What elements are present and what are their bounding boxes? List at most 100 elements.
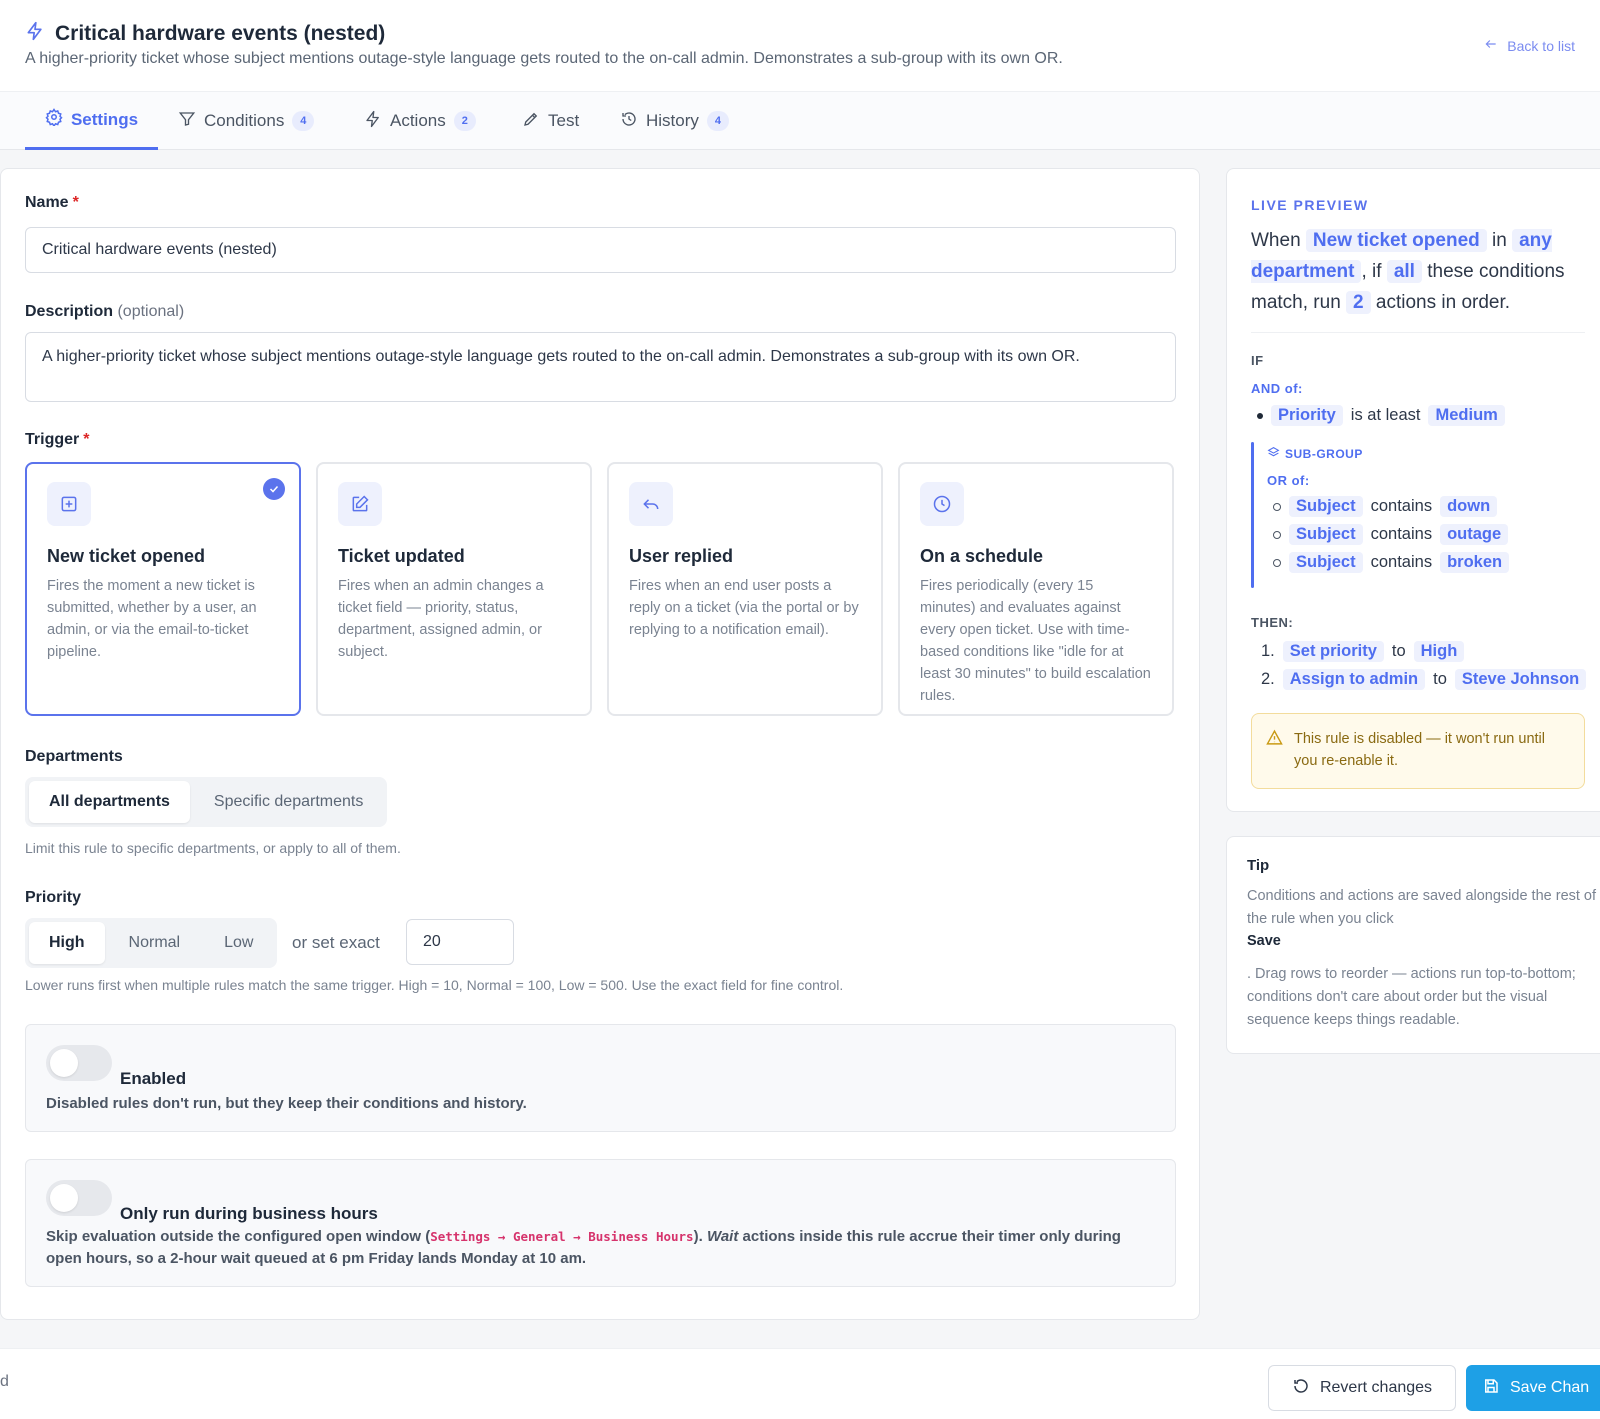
check-icon bbox=[263, 478, 285, 500]
clock-icon bbox=[920, 482, 964, 526]
disabled-warning: This rule is disabled — it won't run unt… bbox=[1251, 713, 1585, 789]
revert-changes-button[interactable]: Revert changes bbox=[1268, 1365, 1456, 1411]
tab-label: Test bbox=[548, 111, 580, 130]
back-to-list-link[interactable]: Back to list bbox=[1483, 37, 1575, 54]
settings-path-code: Settings → General → Business Hours bbox=[430, 1229, 694, 1244]
departments-segmented: All departments Specific departments bbox=[25, 777, 388, 827]
title-row: Critical hardware events (nested) bbox=[25, 20, 385, 47]
back-link-label: Back to list bbox=[1507, 37, 1575, 54]
trigger-card-schedule[interactable]: On a schedule Fires periodically (every … bbox=[898, 462, 1174, 716]
enabled-toggle[interactable] bbox=[46, 1045, 112, 1081]
priority-exact-input[interactable]: 20 bbox=[406, 919, 514, 965]
tab-label: Conditions bbox=[204, 111, 285, 130]
then-label: THEN: bbox=[1251, 615, 1294, 630]
tab-conditions[interactable]: Conditions 4 bbox=[178, 92, 315, 150]
business-hours-desc: Skip evaluation outside the configured o… bbox=[46, 1228, 1121, 1267]
subgroup-label: SUB-GROUP bbox=[1267, 446, 1363, 462]
priority-help: Lower runs first when multiple rules mat… bbox=[25, 977, 844, 993]
enabled-title: Enabled bbox=[120, 1069, 187, 1088]
description-textarea[interactable]: A higher-priority ticket whose subject m… bbox=[25, 332, 1176, 402]
arrow-left-icon bbox=[1483, 37, 1499, 54]
business-hours-title: Only run during business hours bbox=[120, 1204, 378, 1223]
tab-badge: 4 bbox=[292, 111, 315, 131]
undo-icon bbox=[1292, 1377, 1310, 1400]
pencil-icon bbox=[522, 110, 540, 133]
trigger-card-new-ticket[interactable]: New ticket opened Fires the moment a new… bbox=[25, 462, 301, 716]
trigger-desc: Fires periodically (every 15 minutes) an… bbox=[920, 578, 1151, 704]
if-label: IF bbox=[1251, 353, 1264, 368]
action-count-chip: 2 bbox=[1346, 291, 1371, 314]
or-condition-row: Subject contains broken bbox=[1273, 552, 1510, 573]
page-header: Critical hardware events (nested) A high… bbox=[0, 0, 1600, 92]
save-icon bbox=[1482, 1377, 1500, 1400]
match-mode-chip: all bbox=[1386, 260, 1422, 283]
trigger-chip: New ticket opened bbox=[1305, 229, 1487, 252]
name-input[interactable]: Critical hardware events (nested) bbox=[25, 227, 1176, 273]
departments-specific-option[interactable]: Specific departments bbox=[194, 781, 383, 823]
priority-low-option[interactable]: Low bbox=[204, 922, 273, 964]
save-changes-button[interactable]: Save Chan bbox=[1466, 1365, 1600, 1411]
live-preview-heading: LIVE PREVIEW bbox=[1251, 197, 1369, 213]
plus-square-icon bbox=[47, 482, 91, 526]
tab-label: Settings bbox=[70, 109, 139, 129]
trigger-title: On a schedule bbox=[920, 546, 1044, 566]
footer-status: d bbox=[0, 1373, 9, 1390]
tab-actions[interactable]: Actions 2 bbox=[364, 92, 476, 150]
toggle-knob bbox=[50, 1184, 78, 1212]
bolt-icon bbox=[364, 110, 382, 133]
departments-label: Departments bbox=[25, 748, 123, 765]
tab-settings[interactable]: Settings bbox=[25, 92, 158, 150]
tab-badge: 4 bbox=[706, 111, 729, 131]
bolt-icon bbox=[25, 20, 45, 47]
toggle-knob bbox=[50, 1049, 78, 1077]
gear-icon bbox=[45, 108, 63, 131]
preview-sentence: When New ticket opened in any department… bbox=[1251, 229, 1565, 314]
trigger-desc: Fires the moment a new ticket is submitt… bbox=[47, 578, 257, 660]
page-title: Critical hardware events (nested) bbox=[55, 21, 386, 45]
tip-text: Conditions and actions are saved alongsi… bbox=[1247, 888, 1597, 927]
trigger-card-user-replied[interactable]: User replied Fires when an end user post… bbox=[607, 462, 883, 716]
subgroup-bar bbox=[1251, 442, 1254, 588]
enabled-setting: Enabled Disabled rules don't run, but th… bbox=[25, 1024, 1176, 1132]
tip-text-2: . Drag rows to reorder — actions run top… bbox=[1247, 966, 1576, 1028]
departments-help: Limit this rule to specific departments,… bbox=[25, 840, 401, 856]
history-icon bbox=[620, 110, 638, 133]
tip-panel: Tip Conditions and actions are saved alo… bbox=[1226, 836, 1600, 1054]
trigger-title: Ticket updated bbox=[338, 546, 465, 566]
filter-icon bbox=[178, 110, 196, 133]
tab-label: History bbox=[646, 111, 699, 130]
edit-icon bbox=[338, 482, 382, 526]
page-subtitle: A higher-priority ticket whose subject m… bbox=[25, 50, 1063, 67]
tip-bold: Save bbox=[1247, 933, 1281, 949]
warning-icon bbox=[1266, 729, 1283, 753]
description-label: Description (optional) bbox=[25, 303, 185, 320]
divider bbox=[1251, 332, 1585, 333]
departments-all-option[interactable]: All departments bbox=[29, 781, 190, 823]
footer-bar: d Revert changes Save Chan bbox=[0, 1348, 1600, 1419]
tab-test[interactable]: Test bbox=[522, 92, 579, 150]
or-condition-row: Subject contains down bbox=[1273, 496, 1498, 517]
name-label: Name * bbox=[25, 194, 79, 211]
trigger-label: Trigger * bbox=[25, 431, 90, 448]
priority-exact-label: or set exact bbox=[292, 933, 380, 952]
and-label: AND of: bbox=[1251, 381, 1303, 396]
reply-icon bbox=[629, 482, 673, 526]
layers-icon bbox=[1267, 446, 1280, 462]
business-hours-toggle[interactable] bbox=[46, 1180, 112, 1216]
tab-badge: 2 bbox=[453, 111, 476, 131]
priority-label: Priority bbox=[25, 889, 82, 906]
trigger-desc: Fires when an admin changes a ticket fie… bbox=[338, 578, 544, 660]
bullet bbox=[1257, 412, 1263, 419]
priority-high-option[interactable]: High bbox=[29, 922, 105, 964]
tab-label: Actions bbox=[390, 111, 446, 130]
trigger-card-ticket-updated[interactable]: Ticket updated Fires when an admin chang… bbox=[316, 462, 592, 716]
trigger-title: New ticket opened bbox=[47, 546, 206, 566]
action-row: 2. Assign to admin to Steve Johnson bbox=[1261, 669, 1587, 690]
business-hours-setting: Only run during business hours Skip eval… bbox=[25, 1159, 1176, 1287]
tab-bar: Settings Conditions 4 Actions 2 Test His… bbox=[0, 92, 1600, 150]
tab-history[interactable]: History 4 bbox=[620, 92, 729, 150]
or-condition-row: Subject contains outage bbox=[1273, 524, 1509, 545]
priority-normal-option[interactable]: Normal bbox=[109, 922, 201, 964]
enabled-desc: Disabled rules don't run, but they keep … bbox=[46, 1095, 527, 1112]
action-row: 1. Set priority to High bbox=[1261, 641, 1465, 662]
